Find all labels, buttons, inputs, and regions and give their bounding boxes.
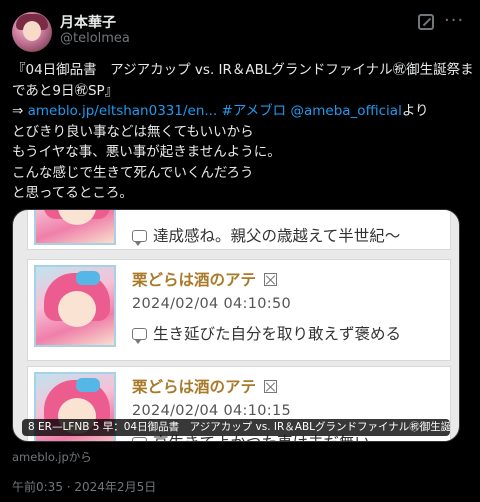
comment-icon	[132, 437, 147, 441]
entry-title-text: 栗どらは酒のアテ	[132, 271, 257, 289]
author-handle[interactable]: @telolmea	[60, 31, 130, 46]
mention-link[interactable]: @ameba_official	[290, 103, 401, 119]
comment-icon	[132, 328, 147, 344]
link-source[interactable]: ameblo.jpから	[12, 449, 92, 465]
tweet-text: 『04日御品書 アジアカップ vs. IR＆ABLグランドファイナル㊗御生誕祭ま…	[12, 60, 474, 204]
entry-title: 栗どらは酒のアテ	[132, 375, 278, 397]
link-suffix: より	[401, 103, 429, 119]
thumb-face	[58, 210, 96, 225]
comment-icon	[132, 230, 147, 246]
entry-date: 2024/02/04 04:10:15	[132, 403, 292, 419]
avatar-face	[23, 21, 41, 41]
card-image: 達成感ね。親父の歳越えて半世紀〜 栗どらは酒のアテ 2024/02/04 04:…	[19, 210, 455, 441]
entry-title: 栗どらは酒のアテ	[132, 268, 278, 290]
entry-comment-text: 達成感ね。親父の歳越えて半世紀〜	[153, 227, 401, 245]
entry-comment: 達成感ね。親父の歳越えて半世紀〜	[132, 224, 400, 246]
tweet-line: と思ってるところ。	[12, 185, 133, 201]
arrow-prefix: ⇒	[12, 103, 28, 119]
card-title-overlay[interactable]: 8 ER—LFNB 5 早：04日御品書 アジアカップ vs. IR＆ABLグラ…	[22, 419, 450, 436]
entry-title-text: 栗どらは酒のアテ	[132, 378, 257, 396]
entry-date: 2024/02/04 04:10:50	[132, 296, 292, 312]
tweet-line-links: ⇒ ameblo.jp/eltshan0331/en... #アメブロ @ame…	[12, 101, 467, 122]
image-placeholder-icon	[264, 273, 278, 286]
hashtag-link[interactable]: #アメブロ	[222, 103, 287, 119]
entry-thumbnail	[34, 265, 116, 347]
entry-comment-text: 生き延びた自分を取り敢えず褒める	[153, 325, 402, 343]
tweet-line: もうイヤな事、悪い事が起きませんように。	[12, 144, 281, 160]
image-placeholder-icon	[264, 380, 278, 393]
url-link[interactable]: ameblo.jp/eltshan0331/en...	[28, 103, 218, 119]
tweet-line: とびきり良い事などは無くてもいいから	[12, 123, 254, 140]
blog-entry: 栗どらは酒のアテ 2024/02/04 04:10:50 生き延びた自分を取り敢…	[27, 259, 451, 361]
entry-thumbnail	[34, 210, 116, 245]
tweet-timestamp[interactable]: 午前0:35 · 2024年2月5日	[12, 478, 156, 495]
thumb-face	[58, 291, 96, 327]
tweet-line: こんな感じで生きて死んでいくんだろう	[12, 164, 254, 181]
thumb-bow	[76, 271, 100, 285]
entry-comment: 生き延びた自分を取り敢えず褒める	[132, 322, 401, 344]
tweet-line: 『04日御品書 アジアカップ vs. IR＆ABLグランドファイナル㊗御生誕祭ま	[12, 62, 474, 78]
thumb-bow	[76, 378, 100, 392]
avatar[interactable]	[12, 12, 52, 52]
tweet-line: であと9日㊗SP』	[12, 82, 119, 99]
blog-entry: 達成感ね。親父の歳越えて半世紀〜	[27, 210, 451, 250]
author-display-name[interactable]: 月本華子	[60, 12, 116, 32]
link-preview-card[interactable]: 達成感ね。親父の歳越えて半世紀〜 栗どらは酒のアテ 2024/02/04 04:…	[12, 209, 460, 442]
more-icon[interactable]: ···	[444, 10, 464, 31]
grok-icon[interactable]	[418, 14, 434, 30]
